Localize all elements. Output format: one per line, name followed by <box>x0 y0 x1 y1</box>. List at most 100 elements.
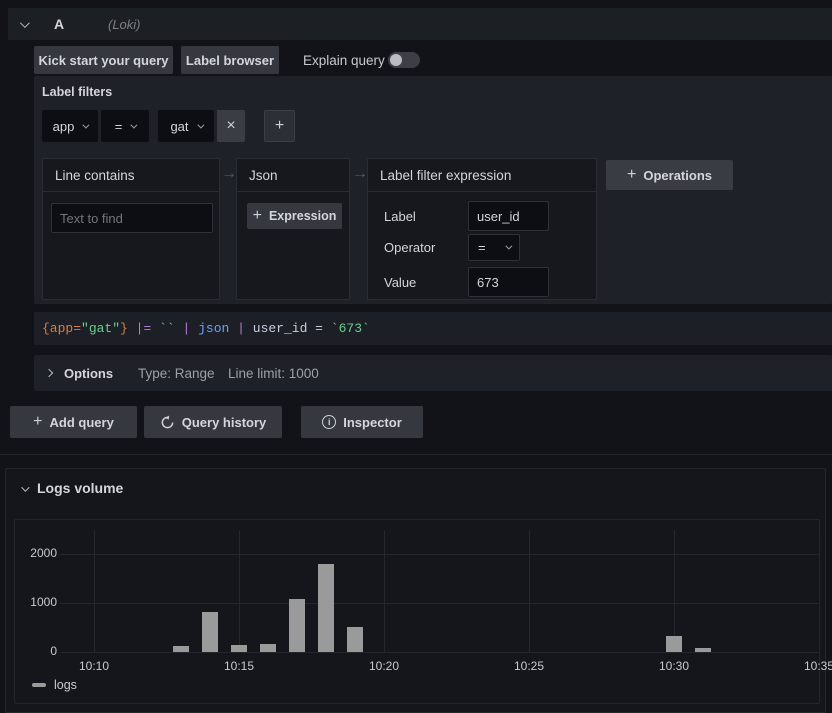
query-row-header: A (Loki) <box>8 8 832 40</box>
query-code-segment <box>128 321 136 336</box>
label-filters-title: Label filters <box>42 85 112 99</box>
y-axis-tick-label: 1000 <box>15 595 57 611</box>
query-code-segment <box>151 321 159 336</box>
query-code-segment: } <box>120 321 128 336</box>
chevron-down-icon <box>131 121 138 128</box>
history-icon <box>160 415 175 430</box>
operation-line-contains: Line contains <box>42 158 220 300</box>
operation-title[interactable]: Line contains <box>43 159 219 192</box>
datasource-name: (Loki) <box>108 8 141 40</box>
x-axis-tick-label: 10:35 <box>794 659 832 673</box>
chevron-right-icon <box>46 355 52 391</box>
y-axis-tick-label: 2000 <box>15 546 57 562</box>
x-axis-tick-label: 10:15 <box>214 659 264 673</box>
query-code-segment: | <box>183 321 191 336</box>
chevron-down-icon <box>505 243 512 250</box>
explain-query-toggle[interactable] <box>388 52 420 68</box>
legend-item-logs[interactable]: logs <box>32 678 77 692</box>
query-code-segment: json <box>198 321 229 336</box>
logs-volume-collapse-chevron[interactable] <box>15 481 33 497</box>
add-operations-button[interactable]: + Operations <box>606 160 733 190</box>
section-divider <box>0 454 832 455</box>
gridline-vertical <box>94 530 95 652</box>
info-circle-icon: i <box>322 415 336 429</box>
gridline-vertical <box>384 530 385 652</box>
plus-icon: + <box>33 414 42 430</box>
plus-icon: + <box>253 208 262 224</box>
legend-series-dash-icon <box>32 683 46 687</box>
add-query-button[interactable]: + Add query <box>10 406 137 438</box>
x-axis-tick-label: 10:30 <box>649 659 699 673</box>
kick-start-query-button[interactable]: Kick start your query <box>34 46 173 74</box>
operation-title[interactable]: Label filter expression <box>368 159 596 192</box>
y-axis-tick-label: 0 <box>15 644 57 660</box>
close-icon: × <box>226 117 235 135</box>
query-code-segment <box>175 321 183 336</box>
pipeline-arrow-icon: → <box>221 164 237 184</box>
query-code-segment: user_id = <box>245 321 331 336</box>
query-code-segment: |= <box>136 321 152 336</box>
plus-icon: + <box>627 167 636 183</box>
query-code-segment <box>229 321 237 336</box>
query-code-segment: "gat" <box>81 321 120 336</box>
legend-series-label: logs <box>54 678 77 692</box>
add-label-filter-button[interactable]: + <box>264 110 295 142</box>
bar-10:31 <box>695 648 711 652</box>
line-contains-input[interactable] <box>51 203 213 233</box>
label-filter-key-select[interactable]: app <box>42 110 98 142</box>
grafana-explore-screen: A (Loki) Kick start your query Label bro… <box>0 0 832 713</box>
query-code-segment: `` <box>159 321 175 336</box>
options-row[interactable]: Options Type: Range Line limit: 1000 <box>34 355 832 391</box>
lfe-value-field-label: Value <box>384 267 416 297</box>
query-builder-card: Label filters app = gat × + Line contain… <box>34 76 832 304</box>
bar-10:15 <box>231 645 247 652</box>
operation-label-filter-expression: Label filter expression Label Operator =… <box>367 158 597 300</box>
inspector-button[interactable]: i Inspector <box>301 406 423 438</box>
bar-10:17 <box>289 599 305 652</box>
query-history-label: Query history <box>182 415 267 430</box>
gridline-vertical <box>674 530 675 652</box>
query-collapse-chevron[interactable] <box>20 8 27 40</box>
gridline-horizontal <box>60 652 820 653</box>
gridline-horizontal <box>60 603 820 604</box>
lfe-label-field-label: Label <box>384 201 416 231</box>
query-history-button[interactable]: Query history <box>144 406 282 438</box>
gridline-horizontal <box>60 554 820 555</box>
plus-icon: + <box>275 118 284 134</box>
query-code-segment: | <box>237 321 245 336</box>
add-expression-button[interactable]: + Expression <box>247 203 342 229</box>
chevron-down-icon <box>21 483 29 491</box>
query-preview[interactable]: {app="gat"} |= `` | json | user_id = `67… <box>34 312 832 345</box>
label-filter-operator-value: = <box>115 119 123 134</box>
lfe-operator-select[interactable]: = <box>468 234 520 261</box>
bar-10:16 <box>260 644 276 652</box>
options-line-limit: Line limit: 1000 <box>228 355 319 391</box>
chevron-down-icon <box>197 121 204 128</box>
label-filter-operator-select[interactable]: = <box>101 110 149 142</box>
x-axis-tick-label: 10:20 <box>359 659 409 673</box>
query-ref-id[interactable]: A <box>54 8 64 40</box>
operation-title[interactable]: Json <box>237 159 349 192</box>
label-filter-value-select[interactable]: gat <box>158 110 214 142</box>
query-code-text: {app="gat"} |= `` | json | user_id = `67… <box>42 312 370 345</box>
options-title: Options <box>64 355 113 391</box>
gridline-vertical <box>819 530 820 652</box>
lfe-label-input[interactable] <box>468 201 549 231</box>
operations-label: Operations <box>643 168 712 183</box>
lfe-operator-value: = <box>478 240 486 255</box>
lfe-value-input[interactable] <box>468 267 549 297</box>
operation-json: Json + Expression <box>236 158 350 300</box>
label-browser-button[interactable]: Label browser <box>181 46 279 74</box>
bar-10:30 <box>666 636 682 652</box>
query-code-segment <box>190 321 198 336</box>
remove-label-filter-button[interactable]: × <box>217 110 245 142</box>
pipeline-arrow-icon: → <box>352 164 368 184</box>
query-code-segment: `673` <box>331 321 370 336</box>
x-axis-tick-label: 10:25 <box>504 659 554 673</box>
bar-10:13 <box>173 646 189 652</box>
toggle-knob-icon <box>390 54 402 66</box>
x-axis-tick-label: 10:10 <box>69 659 119 673</box>
explain-query-label: Explain query <box>303 46 385 74</box>
label-filter-key-value: app <box>53 119 75 134</box>
query-code-segment: {app= <box>42 321 81 336</box>
